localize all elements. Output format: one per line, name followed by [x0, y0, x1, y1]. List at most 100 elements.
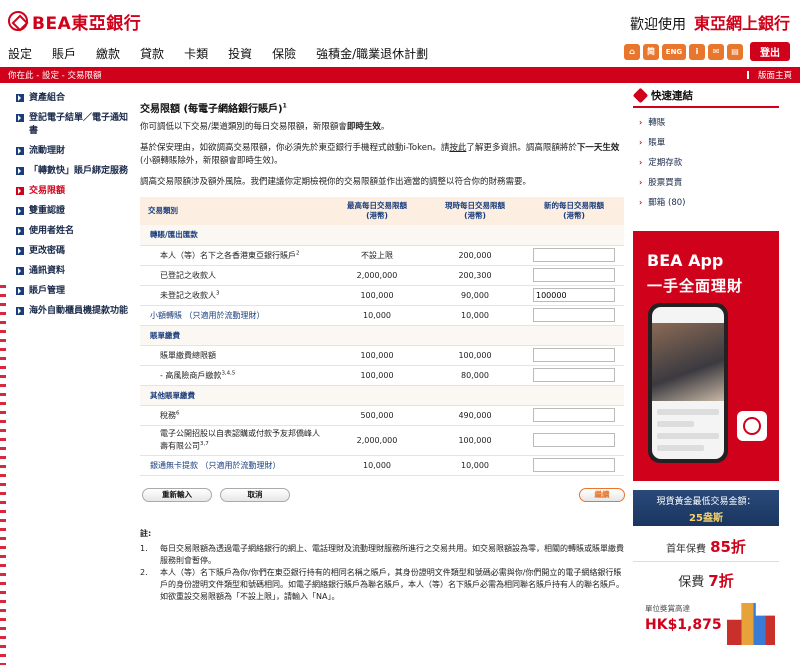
- quick-link-mailbox[interactable]: › 郵箱 (80): [633, 192, 779, 212]
- mail-icon[interactable]: ✉: [708, 43, 724, 60]
- sidebar-item-account-management[interactable]: 賬戶管理: [0, 285, 132, 298]
- home-page-link[interactable]: 版面主頁: [746, 69, 792, 81]
- sidebar-item-overseas-atm[interactable]: 海外自動櫃員機提款功能: [0, 305, 132, 318]
- new-limit-input[interactable]: [533, 348, 615, 362]
- page-title: 交易限額 (每電子網絡銀行賬戶)1: [140, 102, 287, 115]
- table-row: 未登記之收款人3 100,000 90,000: [140, 285, 624, 306]
- reward-banner[interactable]: 單位獎賞高達 HK$1,875: [645, 603, 775, 648]
- quick-link-time-deposit[interactable]: › 定期存款: [633, 152, 779, 172]
- security-paragraph: 基於保安理由，如欲調高交易限額，你必須先於東亞銀行手機程式啟動i-Token。請…: [140, 143, 620, 166]
- quick-links-icon: [632, 87, 649, 104]
- sidebar-item-portfolio[interactable]: 資產組合: [0, 92, 132, 105]
- sidebar-item-2fa[interactable]: 雙重認證: [0, 205, 132, 218]
- quick-link-bills[interactable]: › 賬單: [633, 132, 779, 152]
- nav-mpf[interactable]: 強積金/職業退休計劃: [306, 45, 438, 65]
- sidebar-item-label: 資產組合: [29, 93, 66, 103]
- note-item: 1. 每日交易限額為透過電子網絡銀行的網上、電話理財及流動理財服務所進行之交易共用…: [140, 543, 624, 565]
- arrow-bullet-icon: [16, 114, 24, 122]
- bea-app-logo-icon: [737, 411, 767, 441]
- quick-link-stock-trading[interactable]: › 股票買賣: [633, 172, 779, 192]
- gold-trading-banner[interactable]: 現貨黃金最低交易金額： 25盎斯: [633, 490, 779, 526]
- new-limit-input[interactable]: [533, 458, 615, 472]
- table-header: 交易類別 最高每日交易限額 (港幣) 現時每日交易限額 (港幣) 新的每日交易限…: [140, 197, 624, 225]
- chevron-right-icon: ›: [639, 117, 643, 127]
- small-transfer-link[interactable]: 小額轉賬 （只適用於流動理財）: [140, 305, 328, 326]
- chevron-right-icon: ›: [639, 157, 643, 167]
- quick-link-transfer[interactable]: › 轉賬: [633, 112, 779, 132]
- sidebar-item-label: 「轉數快」賬戶綁定服務: [29, 166, 129, 176]
- col-header-category: 交易類別: [140, 197, 328, 225]
- arrow-bullet-icon: [16, 167, 24, 175]
- main-content: 交易限額 (每電子網絡銀行賬戶)1 你可調低以下交易/渠道類別的每日交易限額，新…: [140, 100, 625, 603]
- arrow-bullet-icon: [16, 267, 24, 275]
- sidebar-item-label: 登記電子結單／電子通知書: [29, 113, 129, 136]
- nav-accounts[interactable]: 賬戶: [42, 45, 86, 65]
- sidebar-item-transaction-limit[interactable]: 交易限額: [0, 185, 132, 198]
- breadcrumb-bar: 你在此 - 設定 - 交易限額 版面主頁: [0, 67, 800, 83]
- arrow-bullet-icon: [16, 187, 24, 195]
- sidebar-item-label: 海外自動櫃員機提款功能: [29, 306, 129, 316]
- arrow-bullet-icon: [16, 247, 24, 255]
- sidebar-item-username[interactable]: 使用者姓名: [0, 225, 132, 238]
- cardless-withdrawal-link[interactable]: 銀通無卡提款 （只適用於流動理財）: [140, 455, 328, 476]
- section-row-transfer: 轉賬/匯出匯款: [140, 225, 624, 246]
- learn-more-link[interactable]: 按此: [449, 143, 466, 153]
- reset-button[interactable]: 重新輸入: [142, 487, 212, 502]
- arrow-bullet-icon: [16, 94, 24, 102]
- sidebar-item-label: 使用者姓名: [29, 226, 75, 236]
- risk-paragraph: 調高交易限額涉及額外風險。我們建議你定期檢視你的交易限額並作出適當的調整以符合你…: [140, 177, 532, 187]
- new-limit-input[interactable]: [533, 408, 615, 422]
- main-nav: 設定 賬戶 繳款 貸款 卡類 投資 保險 強積金/職業退休計劃: [0, 45, 438, 65]
- nav-loans[interactable]: 貸款: [130, 45, 174, 65]
- logo-text: BEA東亞銀行: [32, 13, 142, 34]
- toolbar: ⌂ 简 ENG i ✉ ▤ 登出: [624, 42, 790, 61]
- table-row: 本人（等）名下之各香港東亞銀行賬戶2 不設上限 200,000: [140, 245, 624, 266]
- premium-promo-banner[interactable]: 保費 7折: [633, 566, 779, 596]
- brand-text: 東亞網上銀行: [693, 14, 790, 33]
- new-limit-input[interactable]: [533, 248, 615, 262]
- nav-settings[interactable]: 設定: [0, 45, 42, 65]
- new-limit-input[interactable]: [533, 433, 615, 447]
- new-limit-input[interactable]: [533, 288, 615, 302]
- bea-logo[interactable]: BEA東亞銀行: [8, 10, 142, 34]
- continue-button[interactable]: 繼續: [579, 487, 625, 502]
- cancel-button[interactable]: 取消: [220, 487, 290, 502]
- sidebar-item-mobile-banking[interactable]: 流動理財: [0, 145, 132, 158]
- new-limit-input[interactable]: [533, 308, 615, 322]
- sidebar: 資產組合 登記電子結單／電子通知書 流動理財 「轉數快」賬戶綁定服務 交易限額 …: [0, 92, 132, 325]
- col-header-max-limit: 最高每日交易限額 (港幣): [328, 197, 426, 225]
- note-item: 2. 本人（等）名下賬戶為你/你們在東亞銀行持有的相同名稱之賬戶，其身份證明文件類…: [140, 567, 624, 601]
- nav-payments[interactable]: 繳款: [86, 45, 130, 65]
- arrow-bullet-icon: [16, 207, 24, 215]
- home-icon[interactable]: ⌂: [624, 43, 640, 60]
- sidebar-item-change-password[interactable]: 更改密碼: [0, 245, 132, 258]
- section-row-bill-payment: 賬單繳費: [140, 325, 624, 346]
- intro-paragraph: 你可調低以下交易/渠道類別的每日交易限額，新限額會即時生效。: [140, 122, 390, 132]
- welcome-header: 歡迎使用 東亞網上銀行: [630, 10, 790, 34]
- insurance-promo-banner[interactable]: 首年保費 85折: [633, 532, 779, 562]
- bea-app-banner[interactable]: BEA App 一手全面理財: [633, 231, 779, 481]
- quick-links-panel: 快速連結 › 轉賬 › 賬單 › 定期存款 › 股票買賣 › 郵箱 (80): [632, 86, 779, 212]
- new-limit-input[interactable]: [533, 268, 615, 282]
- info-icon[interactable]: i: [689, 43, 705, 60]
- nav-cards[interactable]: 卡類: [174, 45, 218, 65]
- sidebar-item-label: 交易限額: [29, 186, 66, 196]
- arrow-bullet-icon: [16, 147, 24, 155]
- table-row-small-transfer: 小額轉賬 （只適用於流動理財） 10,000 10,000: [140, 305, 624, 326]
- button-row: 重新輸入 取消 繼續: [140, 487, 625, 502]
- new-limit-input[interactable]: [533, 368, 615, 382]
- chinese-lang-icon[interactable]: 简: [643, 43, 659, 60]
- print-icon[interactable]: ▤: [727, 43, 743, 60]
- bea-logo-mark-icon: [8, 11, 28, 31]
- nav-investment[interactable]: 投資: [218, 45, 262, 65]
- logout-button[interactable]: 登出: [750, 42, 790, 61]
- sidebar-item-label: 賬戶管理: [29, 286, 66, 296]
- app-banner-subtitle: 一手全面理財: [647, 277, 744, 295]
- home-page-label: 版面主頁: [757, 71, 792, 81]
- eng-lang-icon[interactable]: ENG: [662, 43, 686, 60]
- sidebar-item-estatement[interactable]: 登記電子結單／電子通知書: [0, 112, 132, 138]
- nav-insurance[interactable]: 保險: [262, 45, 306, 65]
- breadcrumb: 你在此 - 設定 - 交易限額: [8, 71, 102, 81]
- sidebar-item-contact-info[interactable]: 通訊資料: [0, 265, 132, 278]
- sidebar-item-fps[interactable]: 「轉數快」賬戶綁定服務: [0, 165, 132, 178]
